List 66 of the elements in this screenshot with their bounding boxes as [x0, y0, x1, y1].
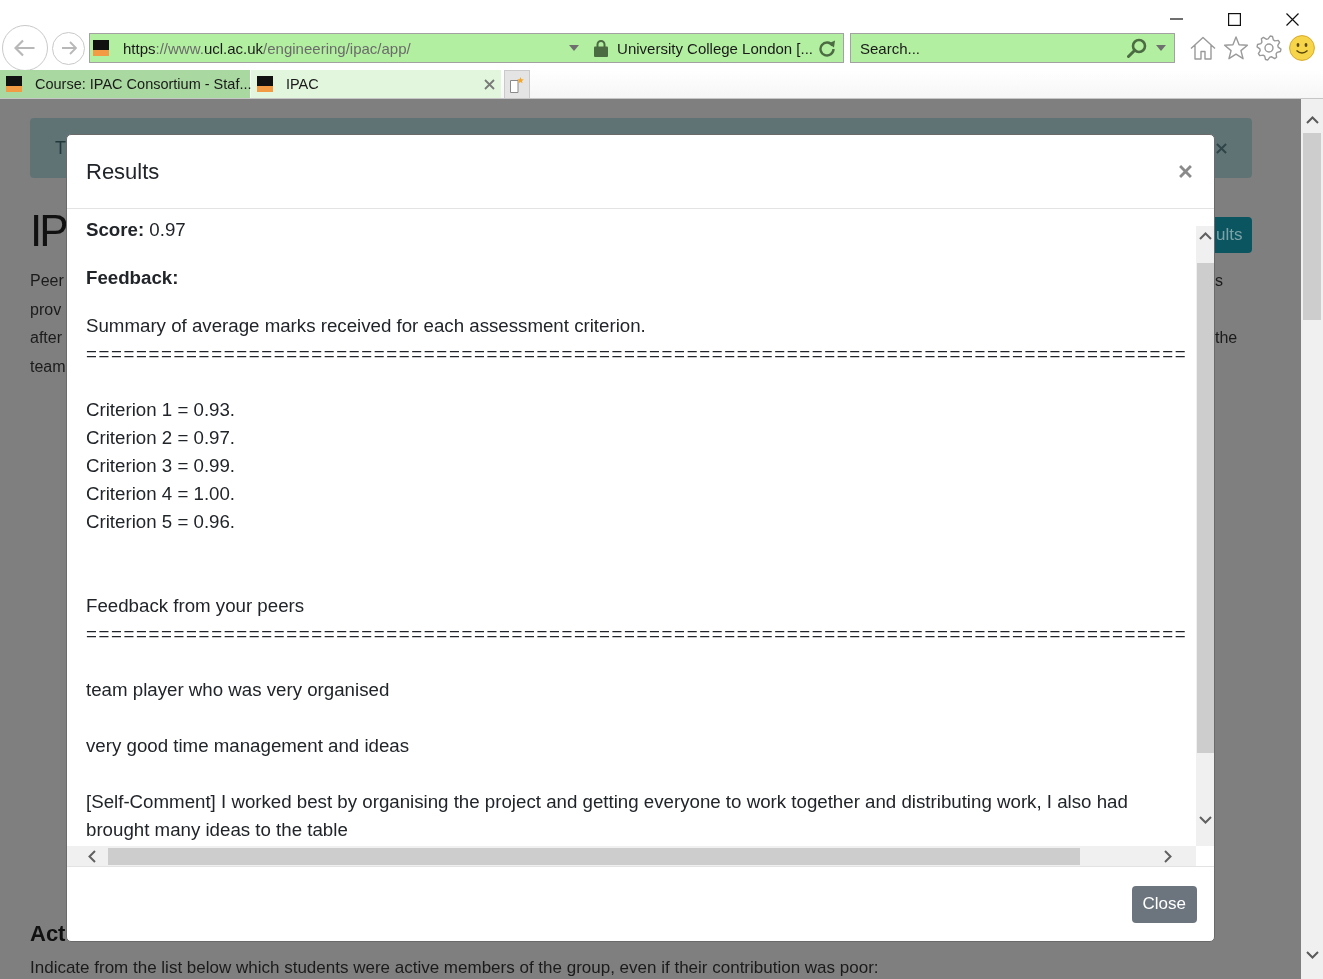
- close-icon[interactable]: [1285, 12, 1299, 26]
- peer-comment: very good time management and ideas: [86, 734, 411, 758]
- lock-icon[interactable]: [594, 39, 609, 57]
- search-field[interactable]: Search...: [860, 38, 1127, 58]
- chevron-down-icon[interactable]: [1305, 951, 1319, 959]
- criterion-score: Criterion 1 = 0.93.: [86, 398, 237, 422]
- section-title: Summary of average marks received for each assessment criterion.: [86, 314, 647, 338]
- instruction-text: Indicate from the list below which students were active members of the group, even if their contribution was poor:: [30, 958, 879, 978]
- body-text: s: [1215, 271, 1223, 291]
- chevron-up-icon[interactable]: [1305, 116, 1319, 124]
- maximize-icon[interactable]: [1227, 12, 1241, 26]
- criterion-score: Criterion 5 = 0.96.: [86, 510, 237, 534]
- search-bar[interactable]: Search...: [850, 33, 1175, 63]
- body-text: Peer: [30, 271, 64, 291]
- new-tab-icon[interactable]: [510, 76, 524, 93]
- dialog-title: Results: [86, 158, 160, 185]
- section-title: Feedback from your peers: [86, 594, 306, 618]
- browser-tab[interactable]: Course: IPAC Consortium - Staf...: [0, 70, 250, 98]
- caret-down-icon[interactable]: [569, 45, 580, 51]
- smiley-icon[interactable]: [1289, 35, 1315, 61]
- score-text: Score: 0.97: [86, 218, 187, 242]
- criterion-score: Criterion 4 = 1.00.: [86, 482, 237, 506]
- scrollbar[interactable]: [67, 846, 1196, 866]
- equals-divider: ========================================================================================: [86, 622, 1189, 646]
- address-bar[interactable]: https://www.ucl.ac.uk/engineering/ipac/app/ University College London [...: [89, 33, 844, 63]
- favicon-icon: [257, 76, 273, 92]
- criterion-score: Criterion 2 = 0.97.: [86, 426, 237, 450]
- scrollbar[interactable]: [1301, 99, 1323, 979]
- back-button[interactable]: [2, 25, 48, 71]
- body-text: team: [30, 356, 66, 377]
- body-text: prov: [30, 299, 62, 320]
- equals-divider: ========================================================================================: [86, 342, 1189, 366]
- chevron-right-icon[interactable]: [1164, 849, 1172, 863]
- search-icon[interactable]: [1127, 38, 1147, 58]
- browser-tab[interactable]: IPAC: [251, 70, 501, 98]
- refresh-icon[interactable]: [818, 39, 836, 57]
- minimize-icon[interactable]: [1169, 18, 1183, 20]
- body-text: the: [1215, 328, 1238, 348]
- url-text: https://www.ucl.ac.uk/engineering/ipac/app/: [123, 39, 411, 57]
- feedback-label: Feedback:: [86, 266, 180, 290]
- caret-down-icon[interactable]: [1156, 45, 1166, 51]
- chevron-up-icon[interactable]: [1198, 232, 1212, 240]
- home-icon[interactable]: [1190, 36, 1216, 60]
- peer-comment: team player who was very organised: [86, 678, 391, 702]
- peer-comment: [Self-Comment] I worked best by organising the project and getting everyone to work together and distributing work, I also had brought many ideas to the table: [86, 790, 1129, 842]
- star-icon[interactable]: [1223, 35, 1249, 61]
- scrollbar[interactable]: [1196, 226, 1214, 846]
- close-button[interactable]: Close: [1131, 885, 1197, 923]
- forward-button[interactable]: [52, 31, 85, 65]
- right-arrow-icon: [60, 41, 77, 55]
- favicon-icon: [6, 76, 22, 92]
- chevron-down-icon[interactable]: [1198, 816, 1212, 824]
- chevron-left-icon[interactable]: [88, 849, 96, 863]
- scrollbar-thumb[interactable]: [1196, 263, 1214, 753]
- page-heading: IP: [30, 205, 66, 257]
- new-tab-button[interactable]: [504, 70, 530, 98]
- scrollbar-thumb[interactable]: [1303, 133, 1321, 320]
- criterion-score: Criterion 3 = 0.99.: [86, 454, 237, 478]
- favicon-icon: [93, 40, 109, 56]
- alert-text: T: [55, 137, 66, 159]
- left-arrow-icon: [14, 39, 36, 57]
- body-text: after: [30, 328, 62, 348]
- section-heading: Act: [30, 920, 66, 948]
- site-identity-text[interactable]: University College London [...: [617, 39, 813, 57]
- settings-icon[interactable]: [1256, 35, 1282, 61]
- scrollbar-thumb[interactable]: [108, 847, 1080, 865]
